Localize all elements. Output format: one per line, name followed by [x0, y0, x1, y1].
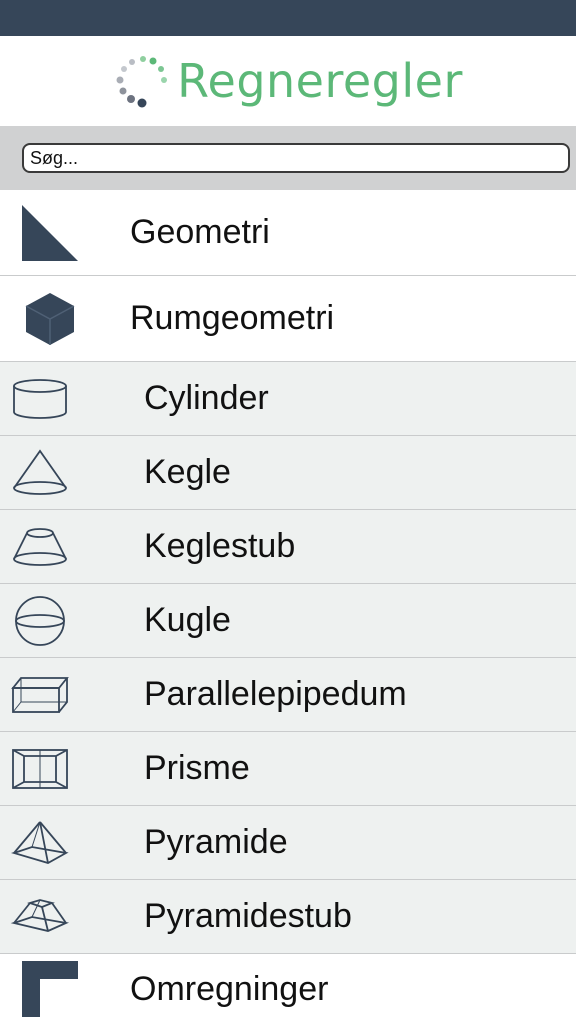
triangle-icon: [0, 203, 100, 263]
pyramid-frustum-icon: [0, 897, 80, 937]
menu-item-label: Pyramidestub: [144, 897, 352, 935]
menu-item-omregninger[interactable]: Omregninger: [0, 954, 576, 1024]
menu-item-pyramidestub[interactable]: Pyramidestub: [0, 880, 576, 954]
menu-item-keglestub[interactable]: Keglestub: [0, 510, 576, 584]
cube-icon: [0, 291, 100, 347]
menu-item-label: Prisme: [144, 749, 250, 787]
menu-item-label: Parallelepipedum: [144, 675, 407, 713]
menu-item-rumgeometri[interactable]: Rumgeometri: [0, 276, 576, 362]
sphere-icon: [0, 595, 80, 647]
menu-item-label: Pyramide: [144, 823, 288, 861]
pyramid-icon: [0, 819, 80, 867]
cylinder-icon: [0, 378, 80, 420]
menu-item-kegle[interactable]: Kegle: [0, 436, 576, 510]
loading-dots-icon: [116, 56, 168, 108]
menu-item-geometri[interactable]: Geometri: [0, 190, 576, 276]
menu-item-prisme[interactable]: Prisme: [0, 732, 576, 806]
app-header: Regneregler: [0, 36, 576, 126]
cone-icon: [0, 448, 80, 498]
frustum-icon: [0, 525, 80, 569]
menu-item-kugle[interactable]: Kugle: [0, 584, 576, 658]
search-input[interactable]: [22, 143, 570, 173]
menu-item-label: Omregninger: [130, 969, 329, 1008]
menu-item-label: Rumgeometri: [130, 299, 335, 337]
menu-item-label: Kegle: [144, 453, 231, 491]
menu-item-pyramide[interactable]: Pyramide: [0, 806, 576, 880]
app-logo: Regneregler: [113, 53, 463, 109]
menu-item-label: Cylinder: [144, 379, 269, 417]
menu-list: Geometri Rumgeometri Cylinder Kegle Kegl…: [0, 190, 576, 1024]
box-icon: [0, 675, 80, 715]
menu-item-label: Geometri: [130, 213, 270, 251]
menu-item-parallelepipedum[interactable]: Parallelepipedum: [0, 658, 576, 732]
corner-icon: [0, 959, 100, 1019]
search-bar: [0, 126, 576, 190]
app-title: Regneregler: [177, 54, 463, 108]
status-bar: [0, 0, 576, 36]
prism-icon: [0, 745, 80, 793]
menu-item-label: Kugle: [144, 601, 231, 639]
menu-item-cylinder[interactable]: Cylinder: [0, 362, 576, 436]
menu-item-label: Keglestub: [144, 527, 296, 565]
